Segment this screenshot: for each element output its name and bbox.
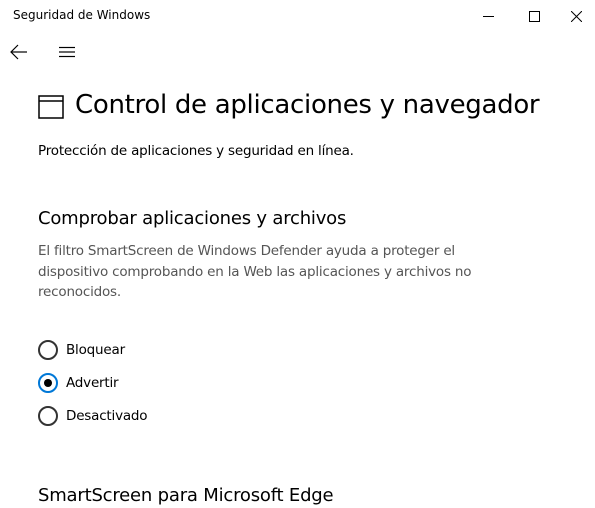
- radio-button-desactivado[interactable]: [38, 406, 58, 426]
- check-apps-description: El filtro SmartScreen de Windows Defende…: [38, 243, 472, 300]
- maximize-button[interactable]: [511, 0, 557, 32]
- edge-section-title: SmartScreen para Microsoft Edge: [38, 485, 334, 506]
- radio-option-advertir[interactable]: Advertir: [38, 372, 119, 394]
- close-button[interactable]: [557, 0, 595, 32]
- app-title: Seguridad de Windows: [13, 8, 151, 22]
- page-subtitle: Protección de aplicaciones y seguridad e…: [38, 143, 354, 159]
- check-apps-section-title: Comprobar aplicaciones y archivos: [38, 208, 347, 229]
- radio-button-advertir[interactable]: [38, 373, 58, 393]
- browser-window-icon: [38, 95, 64, 119]
- radio-option-desactivado[interactable]: Desactivado: [38, 405, 148, 427]
- radio-label-bloquear[interactable]: Bloquear: [66, 342, 125, 358]
- radio-label-advertir[interactable]: Advertir: [66, 375, 119, 391]
- title-bar: Seguridad de Windows: [0, 0, 595, 32]
- radio-label-desactivado[interactable]: Desactivado: [66, 408, 148, 424]
- minimize-icon: [482, 15, 494, 17]
- minimize-button[interactable]: [465, 0, 511, 32]
- radio-selected-dot: [44, 379, 52, 387]
- radio-option-bloquear[interactable]: Bloquear: [38, 339, 125, 361]
- arrow-left-icon: [10, 44, 27, 60]
- maximize-icon: [528, 10, 540, 22]
- close-icon: [570, 10, 582, 22]
- page-title: Control de aplicaciones y navegador: [75, 90, 540, 120]
- hamburger-menu-icon: [59, 46, 75, 58]
- radio-button-bloquear[interactable]: [38, 340, 58, 360]
- menu-button[interactable]: [52, 38, 82, 66]
- back-button[interactable]: [4, 38, 34, 66]
